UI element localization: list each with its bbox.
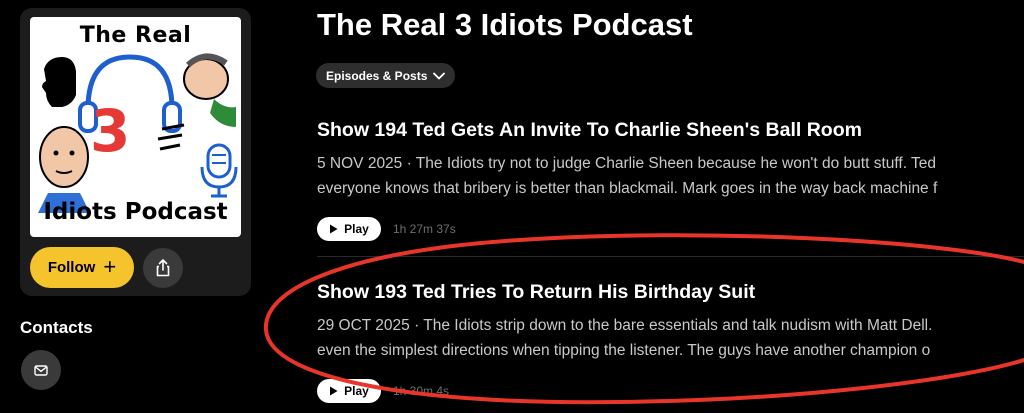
play-icon [330,224,338,234]
cover-number: 3 [90,97,131,165]
play-icon [330,386,338,396]
episode-divider [317,256,1024,257]
episode-duration: 1h 30m 4s [393,384,450,398]
play-label: Play [344,222,369,236]
mail-icon [34,364,48,376]
episode-description: 29 OCT 2025 · The Idiots strip down to t… [317,313,1024,363]
episode-description-line: everyone knows that bribery is better th… [317,180,938,197]
episodes-posts-filter[interactable]: Episodes & Posts [316,63,456,88]
cover-title-bottom: Idiots Podcast [43,199,228,225]
cover-title-top: The Real [79,23,192,48]
chevron-down-icon [433,72,446,79]
episode-item[interactable]: Show 193 Ted Tries To Return His Birthda… [317,281,1024,403]
episode-duration: 1h 27m 37s [393,222,456,236]
share-icon [156,259,170,277]
episode-controls: Play 1h 27m 37s [317,217,1024,241]
podcast-title: The Real 3 Idiots Podcast [317,7,693,42]
follow-button-label: Follow [47,259,96,276]
filter-label: Episodes & Posts [326,68,428,83]
episode-item[interactable]: Show 194 Ted Gets An Invite To Charlie S… [317,119,1024,241]
plus-icon: + [103,253,117,279]
follow-button[interactable]: Follow + [30,247,134,288]
share-button[interactable] [143,248,183,288]
episode-title[interactable]: Show 193 Ted Tries To Return His Birthda… [317,281,1024,304]
episode-description-line: 5 NOV 2025 · The Idiots try not to judge… [317,155,937,172]
podcast-cover-art: The Real 3 Idiots Podcast [30,17,241,237]
episode-title[interactable]: Show 194 Ted Gets An Invite To Charlie S… [317,119,1024,142]
podcast-card: The Real 3 Idiots Podcast Follow + [20,8,251,296]
email-contact-button[interactable] [21,350,61,390]
play-label: Play [344,384,369,398]
episode-description-line: 29 OCT 2025 · The Idiots strip down to t… [317,317,933,334]
play-button[interactable]: Play [317,379,381,403]
episode-description-line: even the simplest directions when tippin… [317,342,931,359]
episode-description: 5 NOV 2025 · The Idiots try not to judge… [317,151,1024,201]
episode-controls: Play 1h 30m 4s [317,379,1024,403]
play-button[interactable]: Play [317,217,381,241]
contacts-heading: Contacts [20,318,93,337]
